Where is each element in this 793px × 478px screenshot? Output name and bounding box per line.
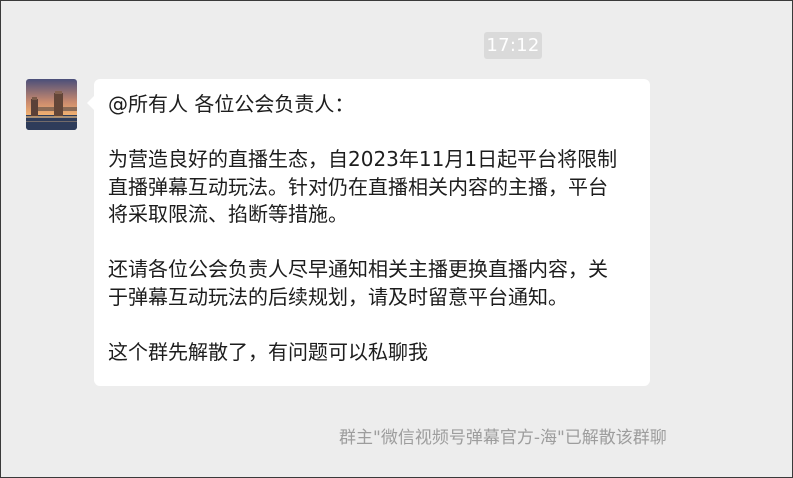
message-line: 于弹幕互动玩法的后续规划，请及时留意平台通知。 xyxy=(108,284,568,309)
sender-avatar[interactable] xyxy=(26,79,77,130)
message-bubble[interactable]: @所有人 各位公会负责人： 为营造良好的直播生态，自2023年11月1日起平台将… xyxy=(87,79,650,386)
message-spacer xyxy=(108,311,636,339)
message-line: 这个群先解散了，有问题可以私聊我 xyxy=(108,339,428,364)
group-dissolved-notice: 群主"微信视频号弹幕官方-海"已解散该群聊 xyxy=(339,428,667,448)
avatar-image xyxy=(26,79,77,130)
message-line: 为营造良好的直播生态，自2023年11月1日起平台将限制 xyxy=(108,147,618,171)
chat-window: 17:12 @所有人 各位公会负责人： 为营造良好的直播生态，自2023年11月… xyxy=(0,0,793,478)
message-line: 还请各位公会负责人尽早通知相关主播更换直播内容，关 xyxy=(108,257,608,281)
message-timestamp: 17:12 xyxy=(484,32,542,59)
message-line: 直播弹幕互动玩法。针对仍在直播相关内容的主播，平台 xyxy=(108,174,608,199)
message-line: 将采取限流、掐断等措施。 xyxy=(108,202,348,226)
message-spacer xyxy=(108,229,636,257)
message-spacer xyxy=(108,119,636,147)
message-line: @所有人 各位公会负责人： xyxy=(108,92,355,116)
